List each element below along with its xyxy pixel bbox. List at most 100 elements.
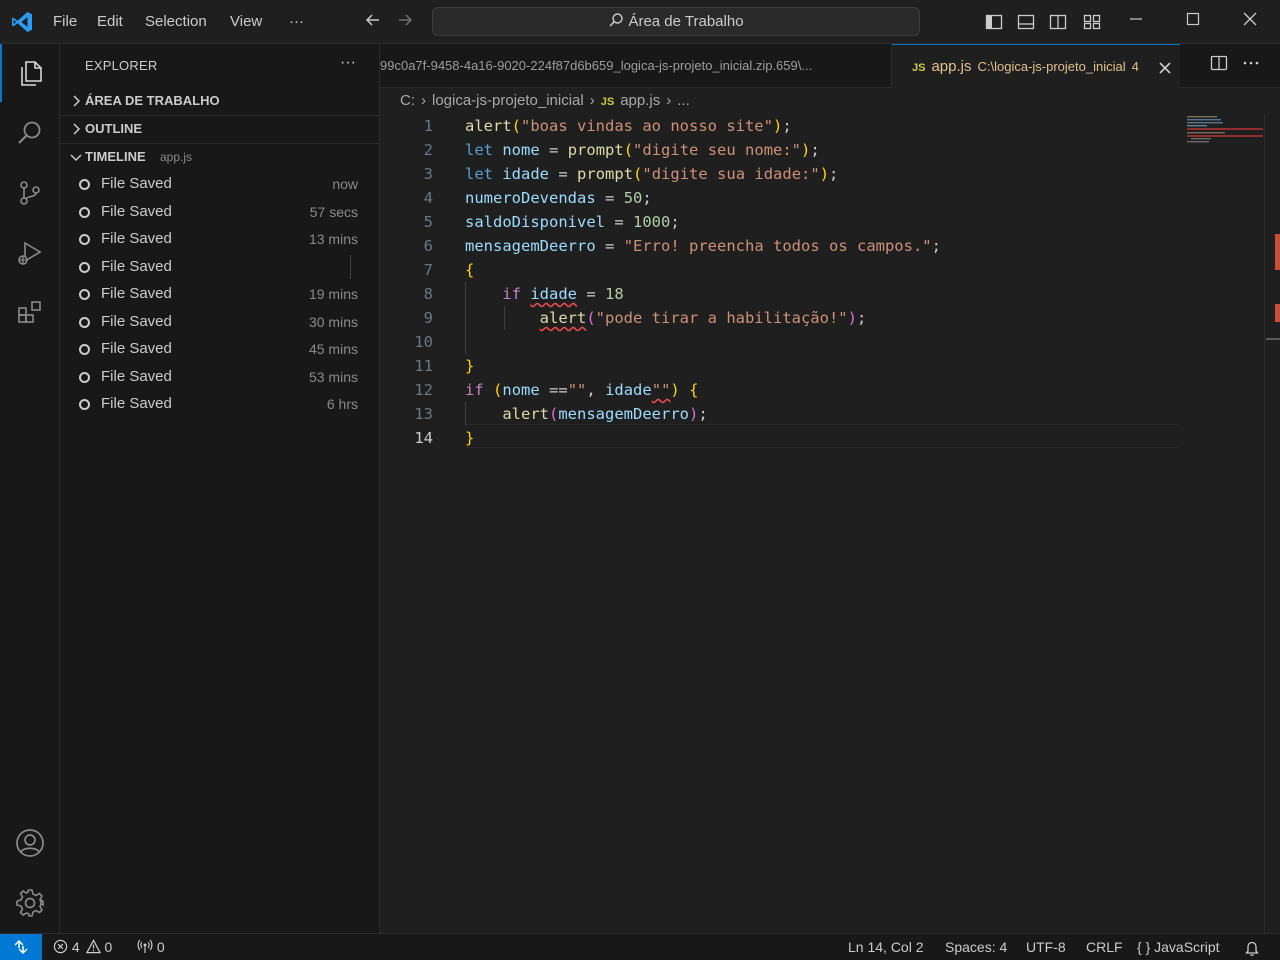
circle-icon bbox=[79, 289, 90, 300]
cursor-position[interactable]: Ln 14, Col 2 bbox=[848, 934, 924, 960]
section-outline-label: OUTLINE bbox=[85, 121, 143, 136]
code-text: alert("boas vindas ao nosso site"); bbox=[465, 117, 792, 135]
encoding[interactable]: UTF-8 bbox=[1026, 934, 1066, 960]
timeline-item-time: 6 hrs bbox=[326, 396, 358, 412]
source-control-icon[interactable] bbox=[0, 164, 60, 222]
close-window-icon[interactable] bbox=[1221, 0, 1279, 44]
timeline-item[interactable]: File Saved 19 mins bbox=[60, 281, 379, 308]
timeline-item-time: 13 mins bbox=[308, 231, 358, 247]
back-arrow-icon[interactable] bbox=[361, 10, 385, 34]
section-workspace[interactable]: ÁREA DE TRABALHO bbox=[60, 88, 379, 115]
code-text: } bbox=[465, 357, 475, 375]
forward-arrow-icon[interactable] bbox=[393, 10, 417, 34]
minimap[interactable] bbox=[1187, 114, 1263, 154]
tab-zip-file-label: 99c0a7f-9458-4a16-9020-224f87d6b659_logi… bbox=[380, 58, 813, 73]
ports-indicator[interactable]: 0 bbox=[137, 934, 165, 960]
breadcrumb-symbols[interactable]: ... bbox=[677, 92, 690, 109]
customize-layout-icon[interactable] bbox=[1082, 12, 1102, 32]
sidebar-title: EXPLORER bbox=[85, 58, 158, 73]
line-number: 2 bbox=[423, 141, 433, 159]
line-number: 11 bbox=[414, 357, 433, 375]
sidebar-more-actions[interactable]: ··· bbox=[340, 54, 356, 72]
breadcrumb-folder[interactable]: logica-js-projeto_inicial bbox=[432, 92, 584, 109]
menu-more[interactable]: ··· bbox=[281, 0, 312, 44]
editor-scrollbar[interactable] bbox=[1264, 114, 1280, 933]
timeline-item-label: File Saved bbox=[101, 230, 172, 247]
timeline-item[interactable]: File Saved now bbox=[60, 171, 379, 198]
circle-icon bbox=[79, 262, 90, 273]
chevron-right-icon bbox=[73, 123, 81, 135]
code-line: 5 saldoDisponivel = 1000; bbox=[380, 210, 1180, 234]
chevron-right-icon bbox=[73, 95, 81, 107]
braces-icon: { } bbox=[1137, 939, 1151, 955]
search-icon bbox=[609, 13, 624, 27]
code-line: 12 if (nome =="", idade"") { bbox=[380, 378, 1180, 402]
code-line: 4 numeroDevendas = 50; bbox=[380, 186, 1180, 210]
timeline-item[interactable]: File Saved 6 hrs bbox=[60, 391, 379, 418]
split-editor-icon[interactable] bbox=[1207, 54, 1231, 78]
line-number: 12 bbox=[414, 381, 433, 399]
code-line: 13 alert(mensagemDeerro); bbox=[380, 402, 1180, 426]
tab-app-js[interactable]: JS app.js C:\logica-js-projeto_inicial 4 bbox=[892, 44, 1180, 89]
circle-icon bbox=[79, 399, 90, 410]
menu-file[interactable]: File bbox=[45, 0, 85, 44]
problems-indicator[interactable]: 4 0 bbox=[53, 934, 112, 960]
menu-selection[interactable]: Selection bbox=[137, 0, 215, 44]
breadcrumb-drive[interactable]: C: bbox=[400, 92, 415, 109]
command-center-search[interactable]: Área de Trabalho bbox=[432, 7, 920, 36]
timeline-item-label: File Saved bbox=[101, 368, 172, 385]
language-mode[interactable]: { } JavaScript bbox=[1137, 934, 1220, 960]
code-editor[interactable]: 1 alert("boas vindas ao nosso site"); 2 le… bbox=[380, 114, 1280, 933]
code-text: if idade = 18 bbox=[502, 285, 624, 303]
timeline-item-time: 45 mins bbox=[308, 341, 358, 357]
toggle-panel-icon[interactable] bbox=[1016, 12, 1036, 32]
timeline-item[interactable]: File Saved 30 mins bbox=[60, 309, 379, 336]
error-count: 4 bbox=[71, 939, 80, 955]
timeline-file-label: app.js bbox=[160, 150, 193, 164]
circle-icon bbox=[79, 234, 90, 245]
timeline-item[interactable]: File Saved 57 secs bbox=[60, 199, 379, 226]
breadcrumb-file[interactable]: app.js bbox=[620, 92, 660, 109]
javascript-file-icon: JS bbox=[912, 62, 926, 74]
run-and-debug-icon[interactable] bbox=[0, 224, 60, 282]
maximize-icon[interactable] bbox=[1164, 0, 1222, 44]
toggle-primary-sidebar-icon[interactable] bbox=[984, 12, 1004, 32]
section-outline[interactable]: OUTLINE bbox=[60, 115, 379, 142]
search-label: Área de Trabalho bbox=[628, 13, 744, 30]
timeline-item[interactable]: File Saved 53 mins bbox=[60, 364, 379, 391]
extensions-icon[interactable] bbox=[0, 284, 60, 342]
indentation[interactable]: Spaces: 4 bbox=[945, 934, 1007, 960]
code-line: 2 let nome = prompt("digite seu nome:"); bbox=[380, 138, 1180, 162]
accounts-icon[interactable] bbox=[0, 814, 60, 872]
remote-indicator[interactable] bbox=[0, 934, 42, 960]
timeline-item[interactable]: File Saved 45 mins bbox=[60, 336, 379, 363]
menu-view[interactable]: View bbox=[222, 0, 270, 44]
code-text: let idade = prompt("digite sua idade:"); bbox=[465, 165, 839, 183]
timeline-item-time: 19 mins bbox=[308, 286, 358, 302]
tab-filepath: C:\logica-js-projeto_inicial bbox=[977, 59, 1126, 74]
javascript-file-icon: JS bbox=[600, 96, 615, 108]
section-timeline[interactable]: TIMELINE app.js bbox=[60, 143, 379, 170]
manage-gear-icon[interactable] bbox=[0, 874, 60, 932]
breadcrumb: C: › logica-js-projeto_inicial › JS app.js ›..… bbox=[380, 88, 1280, 114]
menu-edit[interactable]: Edit bbox=[89, 0, 131, 44]
more-actions-icon[interactable] bbox=[1239, 54, 1263, 78]
notifications-bell-icon[interactable] bbox=[1244, 939, 1260, 956]
tree-guide bbox=[350, 255, 351, 279]
code-text: if (nome =="", idade"") { bbox=[465, 381, 699, 399]
timeline-item[interactable]: File Saved bbox=[60, 254, 379, 281]
tab-zip-file[interactable]: 99c0a7f-9458-4a16-9020-224f87d6b659_logi… bbox=[380, 44, 892, 88]
line-number: 14 bbox=[414, 429, 433, 447]
explorer-icon[interactable] bbox=[0, 44, 60, 102]
timeline-item-label: File Saved bbox=[101, 175, 172, 192]
language-label: JavaScript bbox=[1154, 939, 1220, 955]
timeline-item[interactable]: File Saved 13 mins bbox=[60, 226, 379, 253]
search-view-icon[interactable] bbox=[0, 104, 60, 162]
toggle-secondary-sidebar-icon[interactable] bbox=[1048, 12, 1068, 32]
minimize-icon[interactable] bbox=[1107, 0, 1165, 44]
end-of-line[interactable]: CRLF bbox=[1086, 934, 1123, 960]
timeline-item-label: File Saved bbox=[101, 395, 172, 412]
line-number: 1 bbox=[423, 117, 433, 135]
close-tab-icon[interactable] bbox=[1158, 46, 1172, 88]
timeline-item-label: File Saved bbox=[101, 258, 172, 275]
